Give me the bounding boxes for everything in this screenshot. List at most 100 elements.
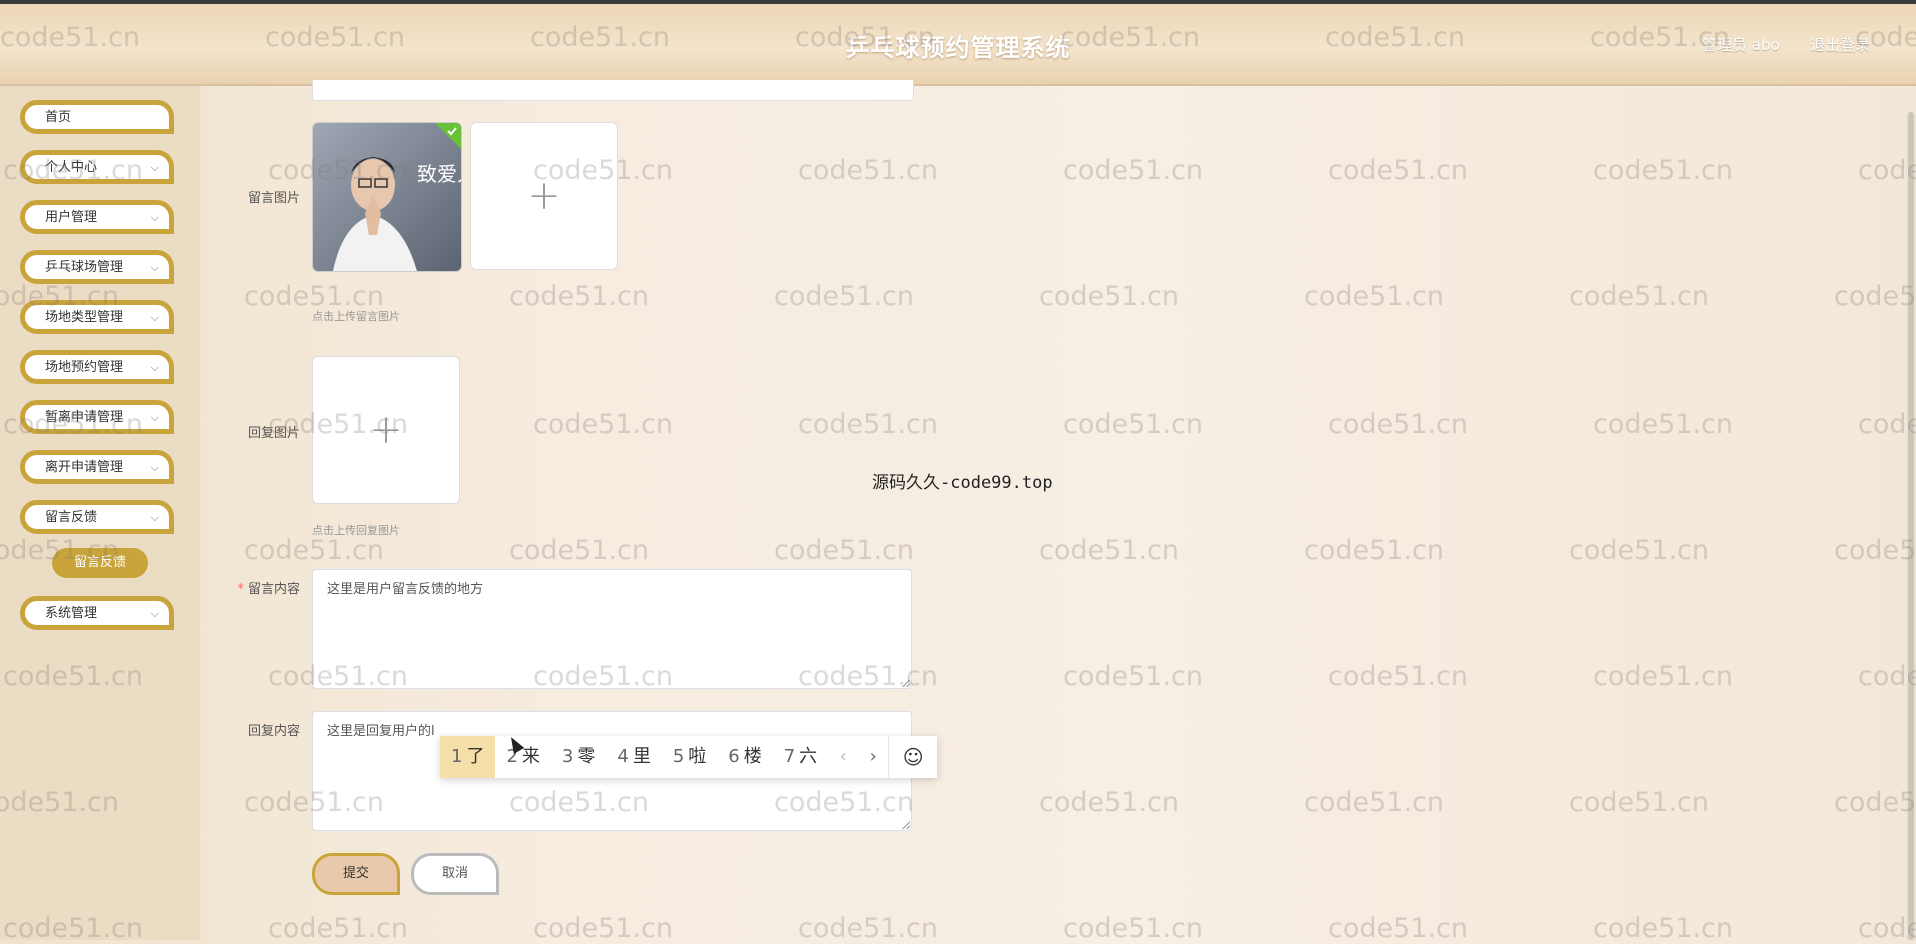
reply-image-upload-button[interactable]: + bbox=[312, 356, 460, 504]
candidate-text: 零 bbox=[577, 746, 596, 767]
candidate-number: 7 bbox=[783, 746, 796, 767]
sidebar-item-label: 用户管理 bbox=[45, 210, 98, 225]
check-badge-icon bbox=[435, 123, 461, 149]
sidebar-item-leave[interactable]: 离开申请管理 ⌵ bbox=[20, 450, 174, 484]
app-title: 乒乓球预约管理系统 bbox=[845, 34, 1071, 62]
sidebar-item-home[interactable]: 首页 bbox=[20, 100, 174, 134]
message-image-thumbnail[interactable]: 致爱人 bbox=[312, 122, 462, 272]
ime-prev-page-icon[interactable]: ‹ bbox=[828, 736, 858, 778]
app-header: 乒乓球预约管理系统 管理员 abo 退出登录 bbox=[0, 4, 1916, 86]
watermark-text: code51.cn bbox=[1304, 281, 1445, 312]
sidebar-item-label: 乒乓球场管理 bbox=[45, 260, 124, 275]
reply-content-value: 这里是回复用户的l bbox=[327, 724, 435, 739]
chevron-down-icon: ⌵ bbox=[150, 461, 159, 474]
reply-image-tip: 点击上传回复图片 bbox=[312, 524, 400, 537]
watermark-text: code51.cn bbox=[1834, 281, 1916, 312]
required-asterisk: * bbox=[237, 582, 244, 597]
sidebar-item-feedback[interactable]: 留言反馈 ⌵ bbox=[20, 500, 174, 534]
sidebar-subitem-feedback[interactable]: 留言反馈 bbox=[52, 548, 148, 578]
candidate-text: 楼 bbox=[743, 746, 762, 767]
candidate-text: 了 bbox=[466, 746, 485, 767]
page-scrollbar[interactable] bbox=[1906, 112, 1916, 940]
watermark-text: code51.cn bbox=[268, 913, 409, 944]
watermark-text: code51.cn bbox=[1569, 787, 1710, 818]
candidate-number: 6 bbox=[728, 746, 740, 767]
candidate-text: 六 bbox=[799, 746, 818, 767]
ime-candidate-3[interactable]: 3零 bbox=[551, 736, 606, 778]
scrollbar-thumb[interactable] bbox=[1908, 112, 1914, 940]
message-content-value: 这里是用户留言反馈的地方 bbox=[327, 582, 484, 597]
watermark-text: code51.cn bbox=[798, 409, 939, 440]
chevron-down-icon: ⌵ bbox=[150, 311, 159, 324]
watermark-text: code51.cn bbox=[1328, 913, 1469, 944]
watermark-text: code51.cn bbox=[1063, 409, 1204, 440]
watermark-text: code51.cn bbox=[244, 535, 385, 566]
sidebar-item-label: 留言反馈 bbox=[45, 510, 98, 525]
watermark-text: code51.cn bbox=[1593, 409, 1734, 440]
candidate-text: 啦 bbox=[688, 746, 707, 767]
sidebar-item-label: 个人中心 bbox=[45, 160, 98, 175]
overlay-site-text: 源码久久-code99.top bbox=[872, 473, 1053, 493]
watermark-text: code51.cn bbox=[1328, 661, 1469, 692]
candidate-number: 5 bbox=[672, 746, 685, 767]
current-user-label: 管理员 abo bbox=[1702, 36, 1780, 54]
thumb-title-text: 致爱人 bbox=[417, 162, 461, 186]
watermark-text: code51.cn bbox=[509, 281, 650, 312]
watermark-text: code51.cn bbox=[1569, 535, 1710, 566]
watermark-text: code51.cn bbox=[533, 913, 674, 944]
sidebar-item-label: 离开申请管理 bbox=[45, 460, 124, 475]
ime-emoji-icon[interactable]: ☺ bbox=[888, 736, 937, 778]
submit-button[interactable]: 提交 bbox=[312, 853, 400, 895]
resize-handle-icon[interactable] bbox=[902, 821, 910, 829]
candidate-text: 里 bbox=[632, 746, 651, 767]
resize-handle-icon[interactable] bbox=[902, 679, 910, 687]
ime-candidate-5[interactable]: 5啦 bbox=[662, 736, 717, 778]
watermark-text: code51.cn bbox=[1304, 535, 1445, 566]
ime-candidate-4[interactable]: 4里 bbox=[606, 736, 661, 778]
sidebar-item-courts[interactable]: 乒乓球场管理 ⌵ bbox=[20, 250, 174, 284]
chevron-down-icon: ⌵ bbox=[150, 511, 159, 524]
ime-candidate-1[interactable]: 1了 bbox=[440, 736, 496, 778]
candidate-number: 4 bbox=[617, 746, 629, 767]
watermark-text: code51.cn bbox=[1328, 409, 1469, 440]
watermark-text: code51.cn bbox=[798, 913, 939, 944]
watermark-text: code51.cn bbox=[1063, 661, 1204, 692]
logout-link[interactable]: 退出登录 bbox=[1810, 34, 1870, 55]
watermark-text: code51.cn bbox=[533, 409, 674, 440]
watermark-text: code51.cn bbox=[509, 535, 650, 566]
candidate-text: 来 bbox=[521, 746, 540, 767]
previous-field-input[interactable] bbox=[312, 80, 914, 101]
watermark-text: code51.cn bbox=[1593, 661, 1734, 692]
content-label: * 留言内容 bbox=[0, 578, 300, 597]
message-image-upload-button[interactable]: + bbox=[470, 122, 618, 270]
watermark-text: code51.cn bbox=[1593, 913, 1734, 944]
chevron-down-icon: ⌵ bbox=[150, 211, 159, 224]
message-content-textarea[interactable]: 这里是用户留言反馈的地方 bbox=[312, 569, 912, 689]
watermark-text: code51.cn bbox=[1328, 155, 1469, 186]
watermark-text: code51.cn bbox=[1039, 281, 1180, 312]
candidate-number: 3 bbox=[561, 746, 574, 767]
content-label-text: 留言内容 bbox=[247, 582, 300, 597]
sidebar-item-profile[interactable]: 个人中心 ⌵ bbox=[20, 150, 174, 184]
watermark-text: code51.cn bbox=[1063, 155, 1204, 186]
ime-candidate-2[interactable]: 2来 bbox=[495, 736, 550, 778]
chevron-down-icon: ⌵ bbox=[150, 161, 159, 174]
watermark-text: code51.cn bbox=[1039, 535, 1180, 566]
sidebar-item-court-types[interactable]: 场地类型管理 ⌵ bbox=[20, 300, 174, 334]
watermark-text: code51.cn bbox=[1304, 787, 1445, 818]
cancel-button[interactable]: 取消 bbox=[411, 853, 499, 895]
watermark-text: code51.cn bbox=[774, 281, 915, 312]
chevron-down-icon: ⌵ bbox=[150, 261, 159, 274]
sidebar-item-label: 系统管理 bbox=[45, 606, 98, 621]
watermark-text: code51.cn bbox=[774, 535, 915, 566]
sidebar-item-label: 场地预约管理 bbox=[45, 360, 124, 375]
sidebar-item-system[interactable]: 系统管理 ⌵ bbox=[20, 596, 174, 630]
sidebar-item-reservations[interactable]: 场地预约管理 ⌵ bbox=[20, 350, 174, 384]
watermark-text: code51.cn bbox=[798, 155, 939, 186]
ime-candidate-7[interactable]: 7六 bbox=[773, 736, 828, 778]
ime-next-page-icon[interactable]: › bbox=[858, 736, 888, 778]
watermark-text: code51.cn bbox=[1834, 787, 1916, 818]
sidebar-item-label: 场地类型管理 bbox=[45, 310, 124, 325]
ime-candidate-6[interactable]: 6楼 bbox=[717, 736, 772, 778]
reply-image-label: 回复图片 bbox=[247, 426, 300, 441]
